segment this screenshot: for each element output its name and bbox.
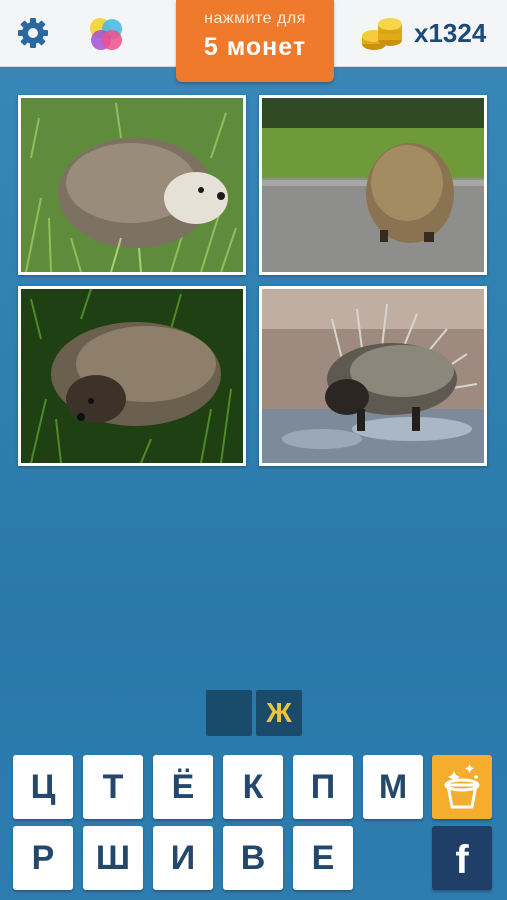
- answer-slot-1[interactable]: [206, 690, 252, 736]
- settings-gear-icon[interactable]: [16, 16, 50, 50]
- letter-tile[interactable]: Ц: [13, 755, 73, 819]
- photo-hedgehog-grass[interactable]: [18, 95, 246, 275]
- game-center-icon[interactable]: [86, 14, 126, 54]
- letter-tile[interactable]: В: [223, 826, 283, 890]
- letter-tile[interactable]: Р: [13, 826, 73, 890]
- facebook-share-button[interactable]: f: [432, 826, 492, 890]
- free-coins-caption: нажмите для: [204, 10, 306, 27]
- letter-tile[interactable]: М: [363, 755, 423, 819]
- photo-hedgehog-dark-grass[interactable]: [18, 286, 246, 466]
- coin-count: x1324: [414, 18, 487, 48]
- photo-hedgehog-road[interactable]: [259, 95, 487, 275]
- answer-slot-2[interactable]: Ж: [256, 690, 302, 736]
- letter-tile[interactable]: Ё: [153, 755, 213, 819]
- magic-hat-icon: [444, 764, 480, 809]
- photo-porcupine-puddle[interactable]: [259, 286, 487, 466]
- letter-tile[interactable]: И: [153, 826, 213, 890]
- letter-tile[interactable]: П: [293, 755, 353, 819]
- free-coins-amount: 5 монет: [203, 33, 307, 61]
- free-coins-button[interactable]: нажмите для 5 монет: [176, 0, 334, 82]
- letter-tile[interactable]: Т: [83, 755, 143, 819]
- letter-tile[interactable]: Ш: [83, 826, 143, 890]
- hint-button[interactable]: [432, 755, 492, 819]
- letter-tile[interactable]: Е: [293, 826, 353, 890]
- coins-icon[interactable]: [360, 10, 406, 56]
- letter-tile[interactable]: К: [223, 755, 283, 819]
- svg-text:f: f: [455, 838, 469, 882]
- facebook-icon: f: [455, 838, 469, 882]
